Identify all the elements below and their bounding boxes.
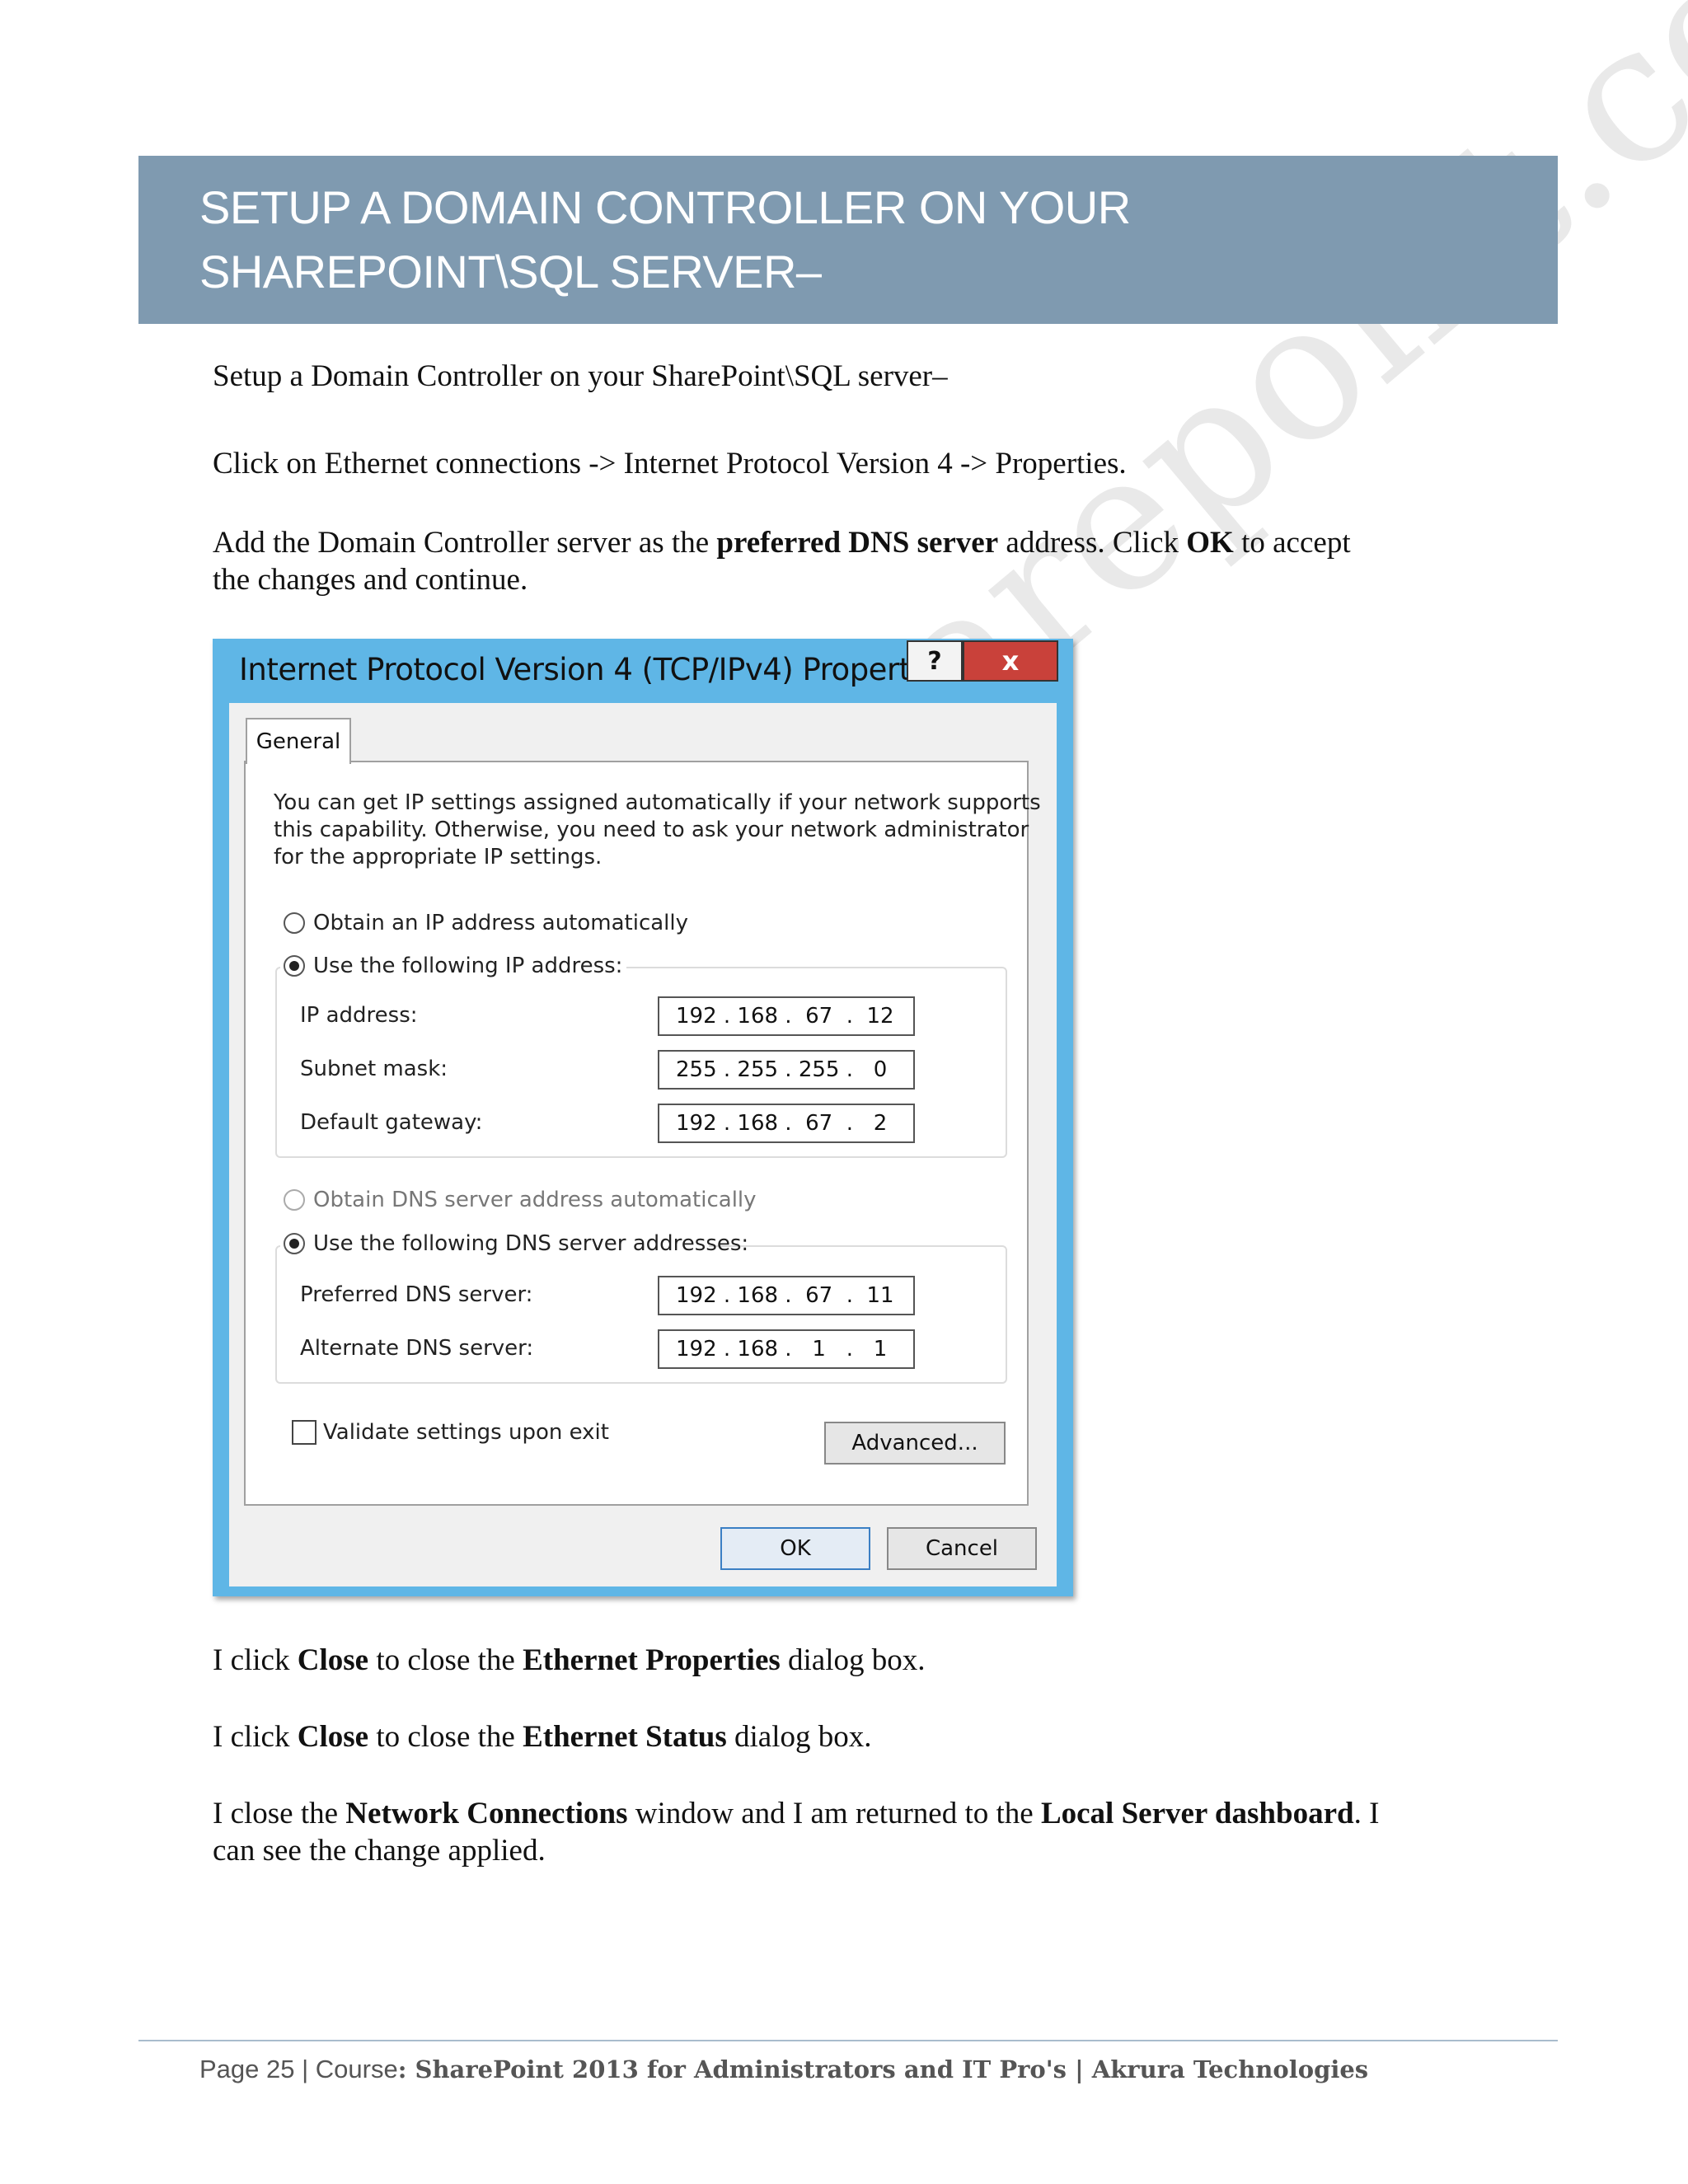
text-span: to accept xyxy=(1233,526,1351,560)
bold-text: preferred DNS server xyxy=(716,526,999,560)
radio-obtain-dns-auto-label: Obtain DNS server address automatically xyxy=(313,1188,757,1212)
ip-address-input[interactable]: 192 . 168 . 67 . 12 xyxy=(658,996,915,1036)
subnet-mask-input[interactable]: 255 . 255 . 255 . 0 xyxy=(658,1050,915,1090)
step-close-network-connections: I close the Network Connections window a… xyxy=(213,1795,1379,1832)
description-line-3: for the appropriate IP settings. xyxy=(274,845,603,869)
help-button[interactable]: ? xyxy=(907,640,963,682)
tab-panel-general: You can get IP settings assigned automat… xyxy=(244,761,1041,1506)
radio-obtain-dns-auto[interactable] xyxy=(284,1189,305,1211)
text-span: I click xyxy=(213,1643,298,1677)
text-span: I close the xyxy=(213,1797,346,1830)
section-title-line-1: SETUP A DOMAIN CONTROLLER ON YOUR xyxy=(199,181,1131,233)
step-close-ethernet-status: I click Close to close the Ethernet Stat… xyxy=(213,1718,872,1755)
footer-page-number: Page 25 | Course xyxy=(199,2055,398,2083)
default-gateway-label: Default gateway: xyxy=(300,1110,483,1135)
intro-paragraph-3-line-2: the changes and continue. xyxy=(213,563,528,597)
text-span: window and I am returned to the xyxy=(627,1797,1041,1830)
bold-text: Close xyxy=(297,1720,369,1754)
validate-settings-label: Validate settings upon exit xyxy=(323,1420,609,1445)
intro-paragraph-3: Add the Domain Controller server as the … xyxy=(213,524,1351,561)
dialog-title: Internet Protocol Version 4 (TCP/IPv4) P… xyxy=(239,652,953,687)
section-banner: SETUP A DOMAIN CONTROLLER ON YOUR SHAREP… xyxy=(138,156,1558,324)
radio-use-following-ip[interactable] xyxy=(284,955,305,977)
subnet-mask-label: Subnet mask: xyxy=(300,1057,448,1081)
step-close-ethernet-properties: I click Close to close the Ethernet Prop… xyxy=(213,1642,926,1679)
radio-obtain-ip-auto-label: Obtain an IP address automatically xyxy=(313,911,689,935)
text-span: Add the Domain Controller server as the xyxy=(213,526,717,560)
text-span: to close the xyxy=(368,1643,523,1677)
dialog-client-area: General You can get IP settings assigned… xyxy=(229,703,1057,1586)
text-span: I click xyxy=(213,1720,298,1754)
preferred-dns-label: Preferred DNS server: xyxy=(300,1282,533,1307)
validate-settings-checkbox[interactable] xyxy=(292,1420,316,1445)
radio-selected-dot xyxy=(289,961,299,971)
bold-text: OK xyxy=(1186,526,1234,560)
step-close-network-connections-line-2: can see the change applied. xyxy=(213,1834,546,1868)
ipv4-properties-dialog: Internet Protocol Version 4 (TCP/IPv4) P… xyxy=(213,639,1073,1596)
bold-text: Ethernet Properties xyxy=(523,1643,781,1677)
intro-line-1: Setup a Domain Controller on your ShareP… xyxy=(213,359,948,393)
bold-text: Close xyxy=(297,1643,369,1677)
text-span: . I xyxy=(1353,1797,1380,1830)
text-span: to close the xyxy=(368,1720,523,1754)
text-span: dialog box. xyxy=(726,1720,872,1754)
radio-use-following-dns[interactable] xyxy=(284,1233,305,1254)
tab-general[interactable]: General xyxy=(246,718,351,764)
preferred-dns-input[interactable]: 192 . 168 . 67 . 11 xyxy=(658,1276,915,1315)
description-line-2: this capability. Otherwise, you need to … xyxy=(274,818,1029,842)
text-span: dialog box. xyxy=(780,1643,926,1677)
section-title-line-2: SHAREPOINT\SQL SERVER– xyxy=(199,246,822,298)
alternate-dns-input[interactable]: 192 . 168 . 1 . 1 xyxy=(658,1329,915,1369)
ip-address-label: IP address: xyxy=(300,1003,418,1028)
default-gateway-input[interactable]: 192 . 168 . 67 . 2 xyxy=(658,1104,915,1143)
bold-text: Local Server dashboard xyxy=(1040,1797,1354,1830)
footer-divider xyxy=(138,2040,1558,2041)
radio-obtain-ip-auto[interactable] xyxy=(284,912,305,934)
intro-line-2: Click on Ethernet connections -> Interne… xyxy=(213,447,1127,480)
text-span: address. Click xyxy=(998,526,1187,560)
radio-use-following-dns-label: Use the following DNS server addresses: xyxy=(313,1231,749,1256)
alternate-dns-label: Alternate DNS server: xyxy=(300,1336,534,1361)
bold-text: Network Connections xyxy=(345,1797,628,1830)
advanced-button[interactable]: Advanced... xyxy=(824,1422,1006,1465)
footer-course-title: : SharePoint 2013 for Administrators and… xyxy=(397,2055,1369,2083)
cancel-button[interactable]: Cancel xyxy=(887,1527,1037,1570)
radio-use-following-ip-label: Use the following IP address: xyxy=(313,954,623,978)
close-button[interactable]: x xyxy=(963,640,1058,682)
radio-selected-dot xyxy=(289,1239,299,1249)
description-line-1: You can get IP settings assigned automat… xyxy=(274,790,1041,815)
bold-text: Ethernet Status xyxy=(523,1720,727,1754)
ok-button[interactable]: OK xyxy=(720,1527,870,1570)
page-footer: Page 25 | Course: SharePoint 2013 for Ad… xyxy=(199,2055,1368,2084)
